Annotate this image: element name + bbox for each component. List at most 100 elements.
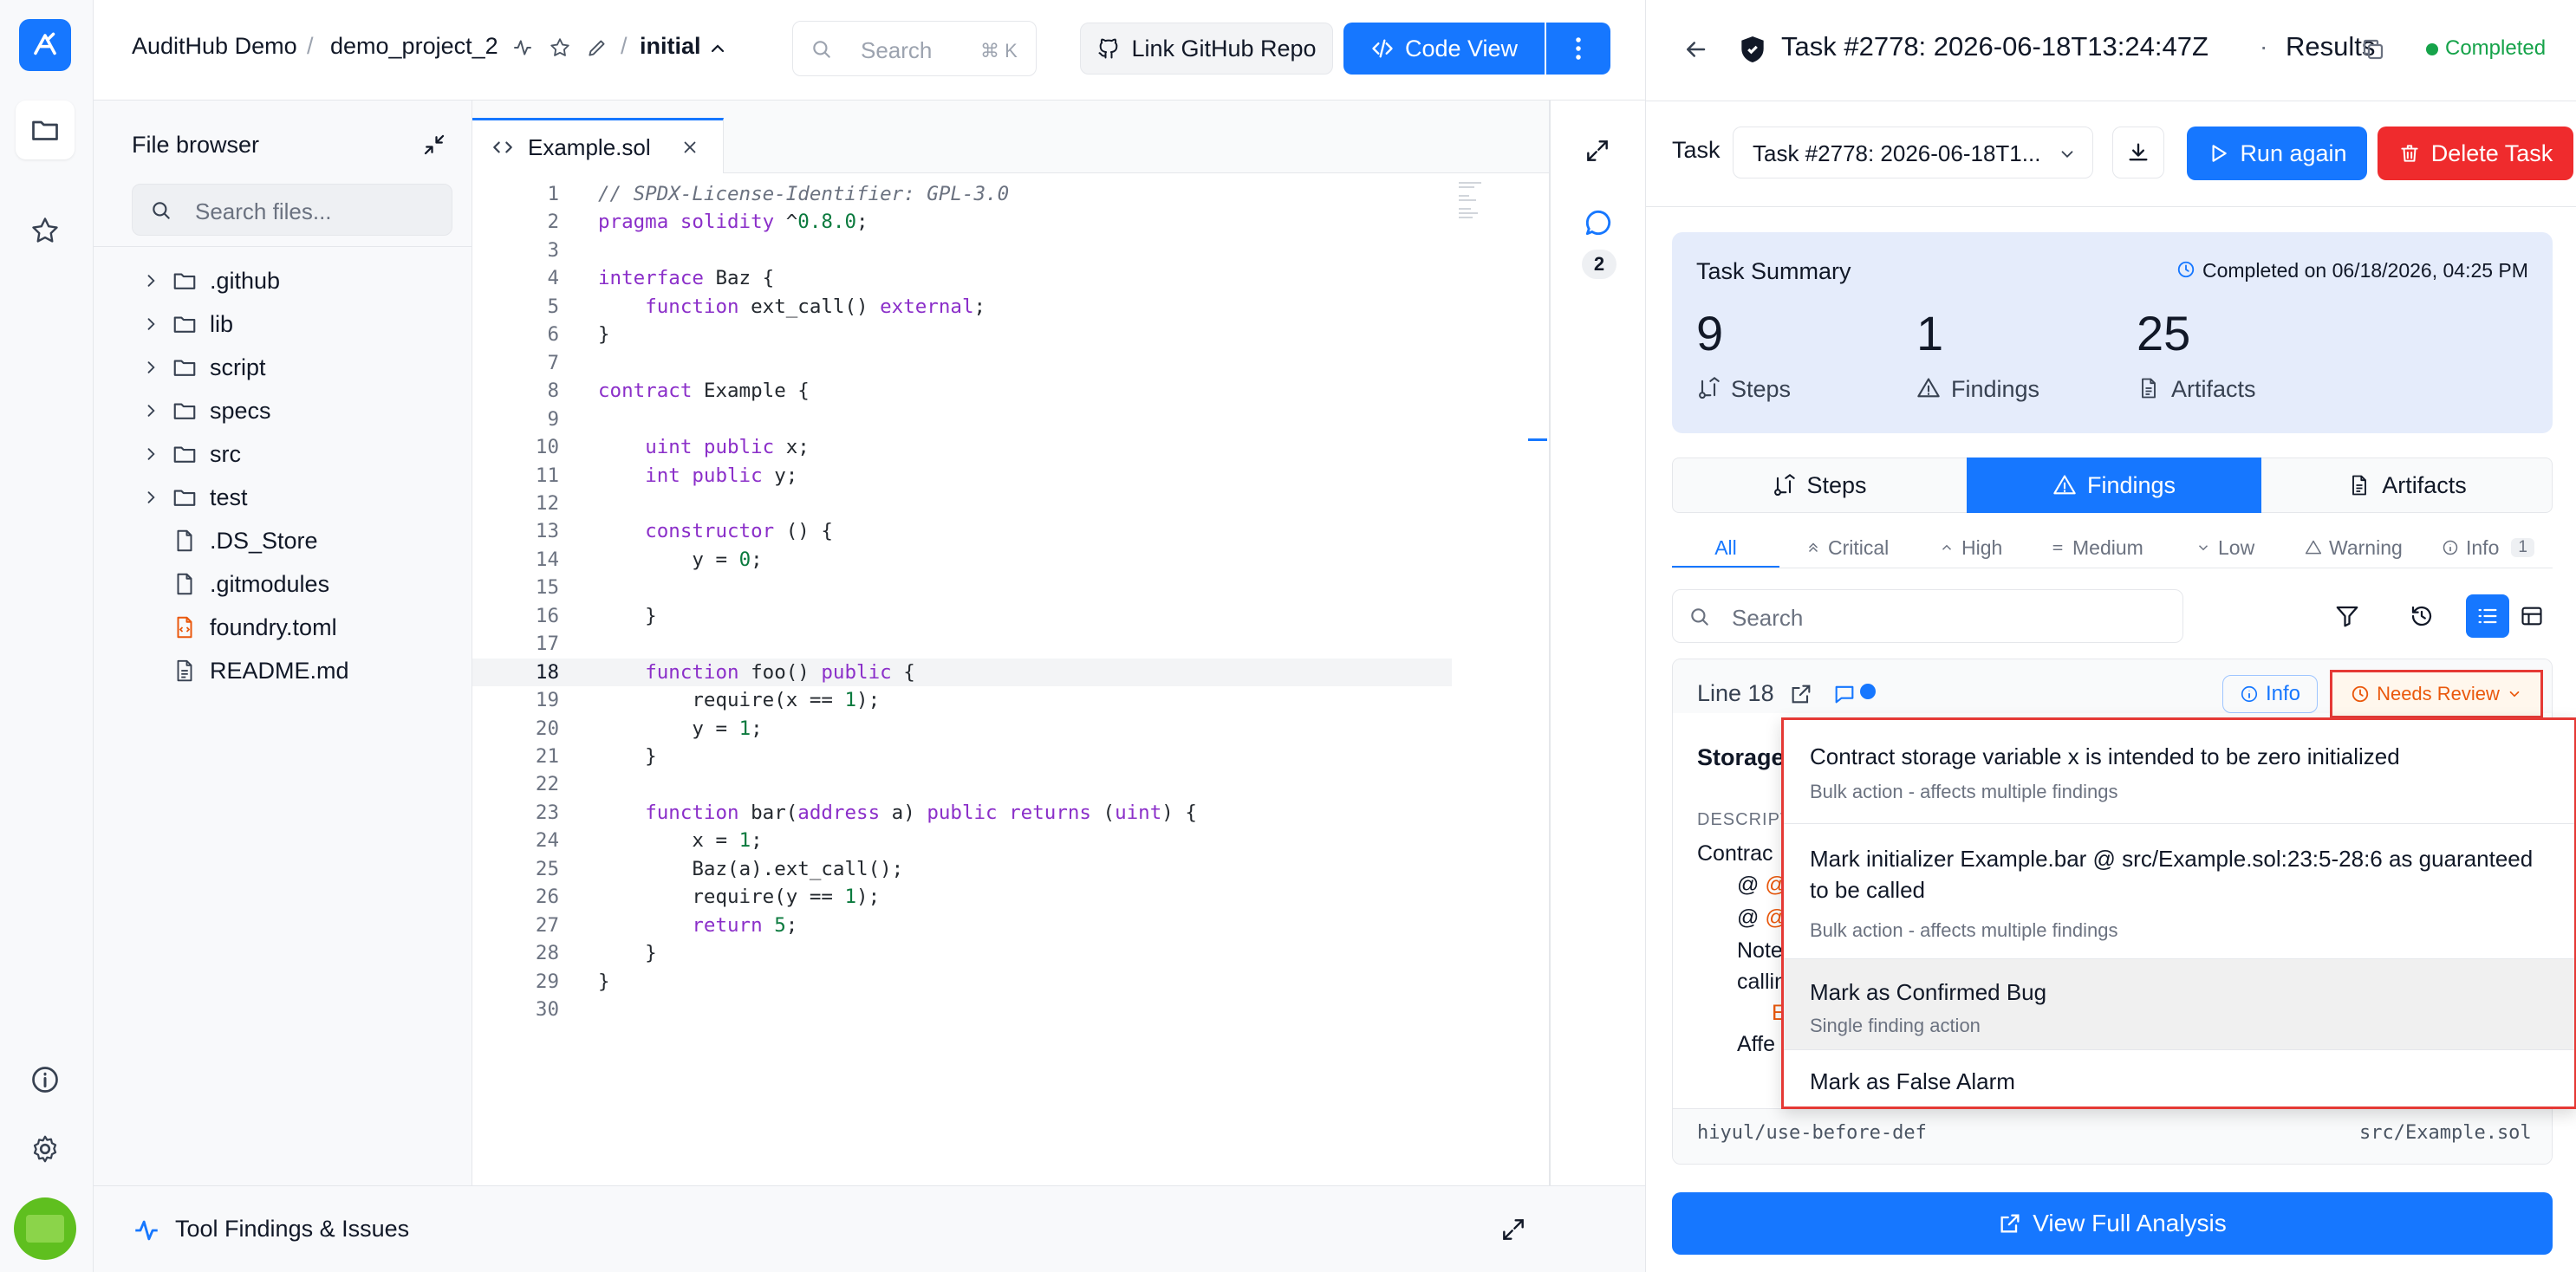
more-options-button[interactable] [1546,23,1610,75]
code-line[interactable]: 25 Baz(a).ext_call(); [472,855,1452,884]
close-icon[interactable] [680,138,699,157]
tab-example-sol[interactable]: Example.sol [472,118,724,173]
code-line[interactable]: 24 x = 1; [472,827,1452,855]
menu-item-mark-initializer[interactable]: Mark initializer Example.bar @ src/Examp… [1784,824,2574,959]
user-avatar[interactable] [14,1197,76,1260]
code-line[interactable]: 22 [472,770,1452,799]
app-logo[interactable] [19,19,71,71]
activity-icon[interactable] [511,36,534,59]
minimap[interactable] [1459,180,1488,232]
info-nav-button[interactable] [16,1050,75,1109]
delete-task-button[interactable]: Delete Task [2378,127,2573,180]
menu-item-confirmed-bug[interactable]: Mark as Confirmed Bug Single finding act… [1784,959,2574,1049]
breadcrumb-project[interactable]: demo_project_2 [330,33,498,60]
folder-item[interactable]: specs [142,392,271,430]
severity-tab-high[interactable]: High [1939,530,2002,565]
code-line[interactable]: 16 } [472,602,1452,631]
code-line[interactable]: 6} [472,321,1452,349]
file-item[interactable]: README.md [172,652,349,690]
code-line[interactable]: 18 function foo() public { [472,658,1452,687]
code-line[interactable]: 3 [472,237,1452,265]
code-line[interactable]: 9 [472,406,1452,434]
code-line[interactable]: 21 } [472,743,1452,771]
line-number: 20 [535,717,559,740]
avatar-image [26,1215,64,1243]
files-nav-button[interactable] [16,101,75,159]
download-button[interactable] [2112,127,2164,178]
view-full-analysis-button[interactable]: View Full Analysis [1672,1192,2553,1255]
code-line[interactable]: 13 constructor () { [472,517,1452,546]
code-line[interactable]: 19 require(x == 1); [472,686,1452,715]
breadcrumb-org[interactable]: AuditHub Demo [132,33,297,60]
comment-icon[interactable] [1832,682,1857,706]
severity-tab-critical[interactable]: Critical [1805,530,1889,565]
code-line[interactable]: 10 uint public x; [472,433,1452,462]
file-item[interactable]: .DS_Store [172,522,318,560]
breadcrumb-version[interactable]: initial [640,33,701,60]
history-icon[interactable] [2409,603,2435,629]
folder-item[interactable]: .github [142,262,280,300]
code-line[interactable]: 11 int public y; [472,462,1452,490]
global-search[interactable]: Search ⌘ K [792,21,1037,76]
settings-nav-button[interactable] [16,1119,75,1178]
external-link-icon[interactable] [1789,682,1813,706]
code-line[interactable]: 29} [472,968,1452,996]
expand-icon[interactable] [1499,1216,1527,1243]
copy-icon[interactable] [2360,36,2386,62]
table-icon[interactable] [2520,604,2544,628]
severity-tab-info[interactable]: Info 1 [2442,530,2534,565]
tab-steps[interactable]: Steps [1672,458,1967,513]
code-line[interactable]: 4 interface Baz { [472,264,1452,293]
bottom-panel-label[interactable]: Tool Findings & Issues [175,1216,409,1243]
findings-search-input[interactable]: Search [1672,589,2183,643]
star-icon[interactable] [549,36,571,59]
menu-item-zero-initialized[interactable]: Contract storage variable x is intended … [1784,720,2574,824]
severity-tab-warning[interactable]: Warning [2305,530,2403,565]
task-select[interactable]: Task #2778: 2026-06-18T1... [1733,127,2093,178]
file-search-input[interactable]: Search files... [132,184,452,236]
code-line[interactable]: 5 function ext_call() external; [472,293,1452,321]
back-arrow-icon[interactable] [1682,36,1708,62]
tab-artifacts[interactable]: Artifacts [2261,458,2553,513]
pencil-icon[interactable] [586,36,608,59]
folder-item[interactable]: src [142,435,241,473]
code-line[interactable]: 12 [472,490,1452,518]
favorites-nav-button[interactable] [16,201,75,260]
severity-tab-medium[interactable]: Medium [2050,530,2143,565]
code-line[interactable]: 27 return 5; [472,912,1452,940]
file-item[interactable]: foundry.toml [172,608,337,646]
tab-findings[interactable]: Findings [1967,458,2261,513]
link-github-button[interactable]: Link GitHub Repo [1080,23,1333,75]
finding-file[interactable]: src/Example.sol [2359,1122,2532,1144]
code-line[interactable]: 30 [472,996,1452,1024]
code-line[interactable]: 2 pragma solidity ^0.8.0; [472,208,1452,237]
folder-item[interactable]: test [142,478,248,516]
code-area[interactable]: 1 // SPDX-License-Identifier: GPL-3.0 2 pra… [472,173,1550,1185]
code-line[interactable]: 26 require(y == 1); [472,883,1452,912]
code-view-button[interactable]: Code View [1343,23,1545,75]
chevron-up-icon[interactable] [707,38,728,59]
code-line[interactable]: 8 contract Example { [472,377,1452,406]
code-line[interactable]: 17 [472,630,1452,659]
code-line[interactable]: 28 } [472,939,1452,968]
severity-tab-low[interactable]: Low [2195,530,2254,565]
status-dropdown-button[interactable]: Needs Review [2330,670,2543,718]
code-line[interactable]: 15 [472,574,1452,602]
list-view-button[interactable] [2466,594,2509,638]
severity-tab-all[interactable]: All [1672,530,1779,568]
code-line[interactable]: 20 y = 1; [472,715,1452,743]
code-line[interactable]: 1 // SPDX-License-Identifier: GPL-3.0 [472,180,1452,209]
file-item[interactable]: .gitmodules [172,565,329,603]
code-line[interactable]: 23 function bar(address a) public return… [472,799,1452,827]
expand-icon[interactable] [1584,137,1611,165]
chevron-right-icon [147,405,155,417]
menu-item-false-alarm[interactable]: Mark as False Alarm [1784,1049,2574,1107]
run-again-button[interactable]: Run again [2187,127,2367,180]
folder-item[interactable]: script [142,348,266,386]
code-line[interactable]: 14 y = 0; [472,546,1452,574]
folder-item[interactable]: lib [142,305,233,343]
filter-icon[interactable] [2334,603,2360,629]
comment-icon[interactable] [1582,206,1615,239]
code-line[interactable]: 7 [472,349,1452,378]
collapse-icon[interactable] [421,132,447,158]
